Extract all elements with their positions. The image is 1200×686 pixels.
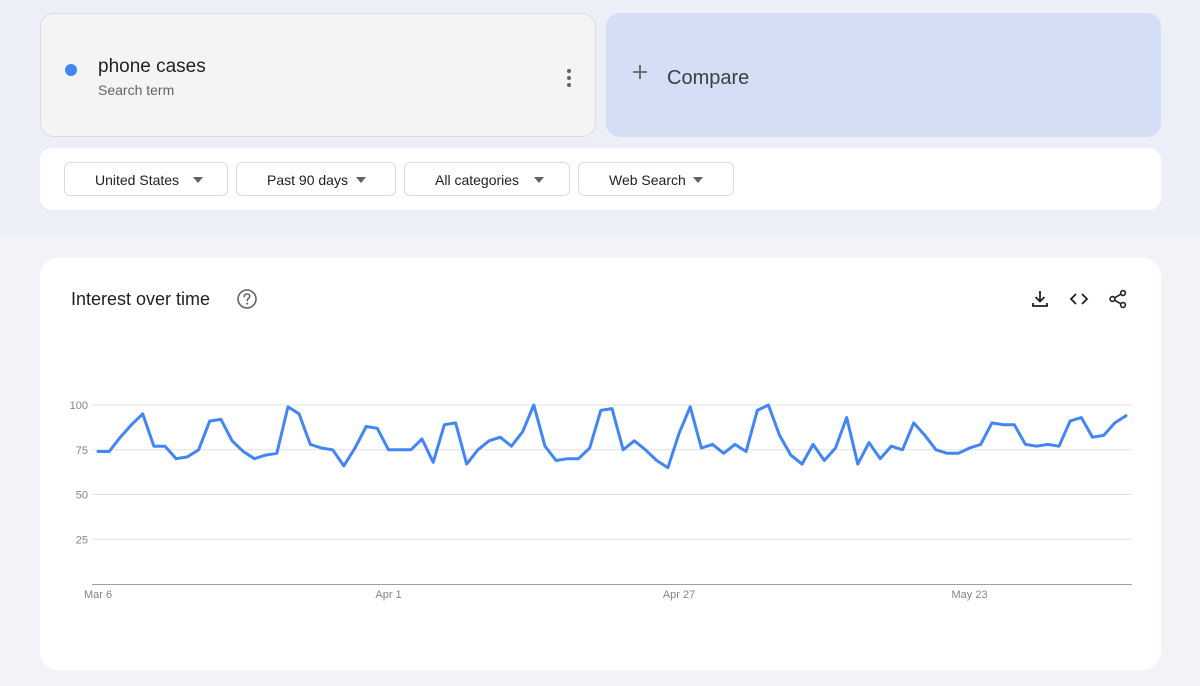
line-chart: 25 50 75 100 Mar 6 Apr 1 Apr 27 May 23 (70, 400, 1132, 601)
time-range-dropdown-label: Past 90 days (267, 172, 348, 188)
compare-button[interactable]: Compare (606, 13, 1161, 137)
y-tick-label: 75 (76, 445, 88, 457)
x-tick-label: May 23 (952, 589, 988, 601)
x-tick-label: Apr 27 (663, 589, 695, 601)
series-line-phone-cases[interactable] (96, 403, 1128, 470)
caret-down-icon (534, 177, 544, 183)
filter-bar: United States Past 90 days All categorie… (40, 148, 1161, 210)
y-tick-label: 50 (76, 490, 88, 502)
more-vert-icon[interactable] (559, 66, 579, 90)
category-dropdown[interactable]: All categories (404, 162, 570, 196)
compare-label: Compare (667, 67, 750, 89)
x-tick-label: Mar 6 (84, 589, 112, 601)
interest-over-time-panel: Interest over time 25 50 75 100 Mar 6 Apr 1 Ap… (40, 258, 1161, 670)
plus-icon (633, 65, 647, 79)
y-tick-label: 100 (70, 400, 88, 412)
search-term-sublabel: Search term (98, 82, 175, 98)
search-type-dropdown[interactable]: Web Search (578, 162, 734, 196)
search-type-dropdown-label: Web Search (609, 172, 686, 188)
category-dropdown-label: All categories (435, 172, 520, 188)
x-tick-label: Apr 1 (375, 589, 401, 601)
caret-down-icon (193, 177, 203, 183)
series-color-dot (65, 64, 77, 76)
region-dropdown[interactable]: United States (64, 162, 228, 196)
time-range-dropdown[interactable]: Past 90 days (236, 162, 396, 196)
search-term-card[interactable]: phone cases Search term (40, 13, 596, 137)
caret-down-icon (693, 177, 703, 183)
y-tick-label: 25 (76, 534, 88, 546)
region-dropdown-label: United States (95, 172, 180, 188)
caret-down-icon (356, 177, 366, 183)
search-term-label: phone cases (98, 56, 206, 77)
